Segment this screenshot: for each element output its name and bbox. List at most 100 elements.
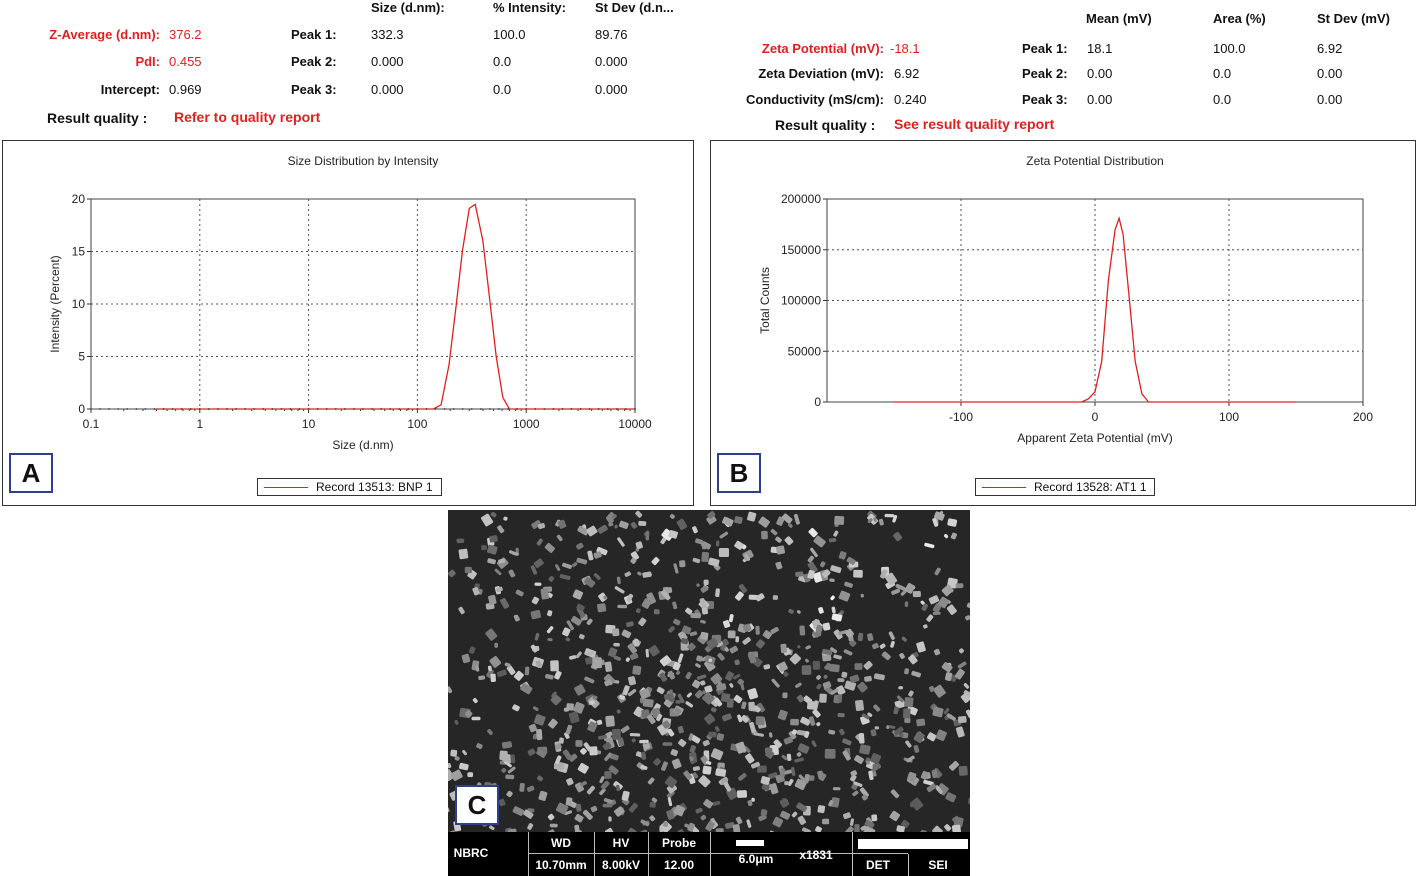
sem-particle [904, 696, 914, 708]
size-peak-2-stdev: 0.000 [595, 54, 628, 69]
sem-particle [597, 603, 607, 613]
stdev-column-header: St Dev (d.n... [595, 0, 674, 15]
sem-particle [613, 642, 620, 647]
sem-particle [612, 628, 620, 637]
sem-particle [645, 531, 650, 541]
zeta-peak-1-area: 100.0 [1213, 41, 1246, 56]
sem-particle [784, 781, 789, 786]
sem-particle [715, 768, 727, 777]
sem-particle [955, 583, 964, 589]
sem-particle [604, 771, 612, 779]
sem-particle [951, 824, 962, 834]
sem-particle [490, 673, 496, 682]
baseline-dot [353, 408, 355, 410]
x-tick-label: 0 [1092, 410, 1099, 424]
sem-particle [489, 535, 498, 543]
baseline-dot [543, 408, 546, 410]
size-quality-label: Result quality : [47, 110, 148, 126]
x-tick-label: 200 [1353, 410, 1373, 424]
chart-title: Zeta Potential Distribution [1026, 154, 1163, 168]
sem-particle [858, 733, 865, 744]
size-legend-label: Record 13513: BNP 1 [316, 480, 433, 494]
sem-particle [617, 604, 628, 609]
sem-particle [837, 712, 845, 718]
sem-particle [755, 625, 760, 635]
sem-particle [822, 622, 831, 631]
zeta-quality-label: Result quality : [775, 117, 876, 133]
zeta-peak-3-mean: 0.00 [1087, 92, 1113, 107]
baseline-dot [597, 408, 600, 410]
legend-swatch [264, 487, 308, 488]
baseline-dot [343, 408, 346, 410]
sem-particle [702, 765, 712, 775]
baseline-dot [90, 408, 92, 410]
zeta-quality-link[interactable]: See result quality report [894, 116, 1054, 132]
sem-particle [786, 753, 792, 761]
sem-particle [602, 803, 613, 808]
baseline-dot [135, 408, 138, 410]
intercept-value: 0.969 [169, 82, 202, 97]
sem-particle [550, 660, 559, 672]
sem-particle [904, 601, 909, 607]
zeta-peak-3-stdev: 0.00 [1317, 92, 1343, 107]
sem-particle [957, 715, 967, 724]
baseline-dot [316, 408, 319, 410]
sem-particle [559, 737, 564, 744]
sem-particle [732, 824, 741, 834]
baseline-dot [498, 408, 500, 410]
sem-particle [736, 790, 748, 798]
zeta-peak-2-label: Peak 2: [1022, 66, 1068, 81]
baseline-dot [461, 408, 464, 410]
sem-particle [675, 700, 682, 704]
sem-particle [932, 611, 941, 616]
sem-particle [727, 630, 736, 639]
sem-particle [912, 590, 921, 598]
series-line [156, 203, 635, 410]
x-tick-label: -100 [949, 410, 973, 424]
sem-particle [822, 818, 830, 825]
z-average-value: 376.2 [169, 27, 202, 42]
sem-particle [450, 749, 458, 757]
baseline-dot [189, 408, 192, 410]
baseline-dot [443, 408, 446, 410]
baseline-dot [280, 408, 283, 410]
baseline-dot [425, 408, 428, 410]
x-tick-label: 0.1 [83, 417, 100, 431]
info-divider [908, 854, 909, 876]
scale-value: 6.0μm [738, 852, 774, 866]
sem-particle [458, 548, 469, 560]
y-tick-label: 50000 [788, 344, 822, 358]
sem-particle [701, 551, 710, 563]
sem-particle [649, 801, 656, 808]
sem-particle [464, 566, 472, 574]
baseline-dot [380, 408, 383, 410]
sem-instrument: NBRC [453, 846, 489, 860]
sem-particle [471, 716, 481, 721]
sem-particle [751, 797, 755, 802]
sem-particle [884, 513, 895, 518]
legend-swatch [982, 487, 1026, 488]
sem-particle [505, 774, 515, 780]
det-label: DET [866, 858, 890, 872]
sem-particle [467, 772, 474, 778]
sem-particle [456, 538, 465, 544]
sem-particle [819, 693, 827, 703]
sem-particle [903, 708, 911, 719]
y-axis-label: Total Counts [758, 267, 772, 334]
sem-particle [638, 520, 647, 527]
sem-particle [708, 731, 717, 738]
baseline-dot [162, 408, 165, 410]
sem-particle [838, 694, 843, 703]
baseline-dot [416, 408, 419, 410]
sem-particle [536, 729, 543, 741]
baseline-dot [198, 408, 201, 410]
zeta-peak-2-area: 0.0 [1213, 66, 1232, 81]
sem-particle [790, 718, 799, 726]
sem-particle [481, 545, 487, 551]
zeta-distribution-chart: Zeta Potential Distribution -100 0 100 200 0 5… [758, 154, 1373, 445]
wd-value: 10.70mm [535, 858, 587, 872]
baseline-dot [570, 408, 573, 410]
baseline-dot [362, 408, 364, 410]
size-quality-link[interactable]: Refer to quality report [174, 109, 320, 125]
sem-particle [605, 715, 615, 727]
